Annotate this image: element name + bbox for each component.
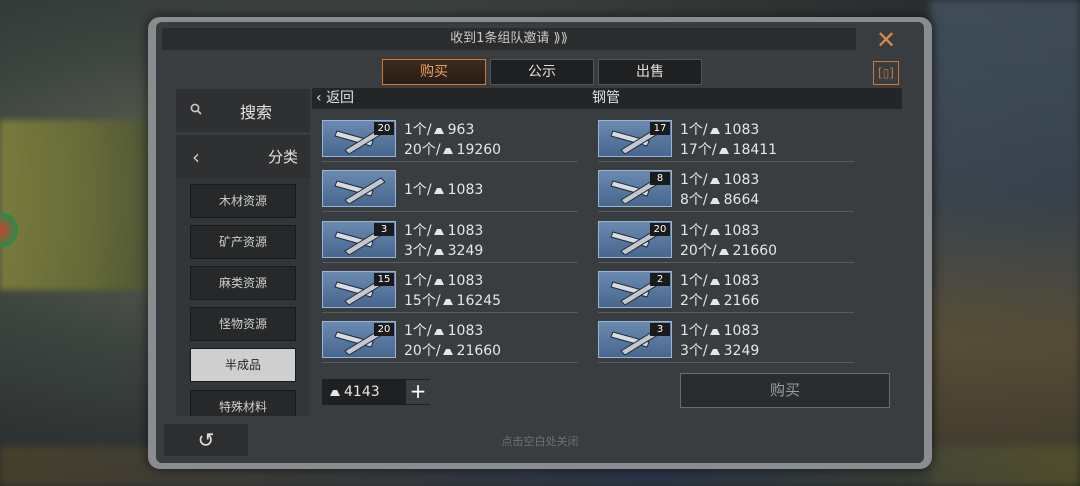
unit-price-line: 1个/1083	[404, 223, 484, 239]
steel-pipe-icon: 17	[598, 120, 672, 157]
content-header: ‹ 返回 钢管	[312, 88, 902, 109]
quantity-badge: 20	[650, 223, 670, 236]
listing-item[interactable]: 20 1个/1083 20个/21660	[598, 220, 854, 264]
category-item-special[interactable]: 特殊材料	[190, 390, 296, 416]
total-price-line: 20个/21660	[404, 343, 502, 359]
listing-item[interactable]: 17 1个/1083 17个/18411	[598, 119, 854, 163]
category-item-monster[interactable]: 怪物资源	[190, 307, 296, 341]
category-list[interactable]: 木材资源 矿产资源 麻类资源 怪物资源 半成品 特殊材料	[176, 178, 310, 416]
divider	[322, 312, 578, 313]
clipboard-icon[interactable]: [▯]	[873, 61, 899, 85]
quantity-badge: 20	[374, 122, 394, 135]
steel-pipe-icon: 20	[322, 321, 396, 358]
unit-price-line: 1个/1083	[680, 273, 760, 289]
chevron-left-icon: ‹	[192, 144, 200, 169]
total-price-line: 2个/2166	[680, 293, 760, 309]
steel-pipe-icon	[322, 170, 396, 207]
tab-sell[interactable]: 出售	[598, 59, 702, 85]
background-scene-right	[930, 0, 1080, 486]
tab-announce[interactable]: 公示	[490, 59, 594, 85]
unit-price-line: 1个/1083	[680, 172, 760, 188]
close-icon[interactable]: ✕	[873, 28, 899, 52]
unit-price-line: 1个/1083	[404, 273, 484, 289]
category-header[interactable]: ‹ 分类	[176, 135, 310, 178]
chevron-left-icon: ‹	[316, 90, 327, 106]
item-title: 钢管	[592, 90, 620, 106]
listing-item[interactable]: 2 1个/1083 2个/2166	[598, 270, 854, 314]
currency-icon	[330, 389, 340, 396]
back-link[interactable]: ‹ 返回	[316, 88, 354, 109]
listing-item[interactable]: 20 1个/963 20个/19260	[322, 119, 578, 163]
total-price-line: 20个/21660	[680, 243, 778, 259]
background-scene-left	[0, 120, 150, 290]
divider	[322, 262, 578, 263]
divider	[598, 211, 854, 212]
unit-price-line: 1个/1083	[404, 323, 484, 339]
category-label: 分类	[267, 148, 298, 166]
divider	[598, 362, 854, 363]
quantity-badge: 2	[650, 273, 670, 286]
unit-price-line: 1个/1083	[680, 323, 760, 339]
market-tabs: 购买 公示 出售	[382, 59, 702, 85]
total-price-line: 8个/8664	[680, 192, 760, 208]
total-price-line: 17个/18411	[680, 142, 778, 158]
listing-item[interactable]: 1个/1083	[322, 169, 578, 213]
unit-price-line: 1个/1083	[680, 122, 760, 138]
steel-pipe-icon: 15	[322, 271, 396, 308]
listing-item[interactable]: 3 1个/1083 3个/3249	[598, 320, 854, 364]
undo-icon: ↺	[197, 428, 215, 452]
divider	[598, 312, 854, 313]
unit-price-line: 1个/1083	[404, 182, 484, 198]
divider	[598, 262, 854, 263]
unit-price-line: 1个/1083	[680, 223, 760, 239]
buy-button[interactable]: 购买	[680, 373, 890, 408]
category-item-wood[interactable]: 木材资源	[190, 184, 296, 218]
team-invite-notification[interactable]: 收到1条组队邀请 ⟫⟫	[162, 28, 856, 50]
steel-pipe-icon: 8	[598, 170, 672, 207]
total-price-line: 3个/3249	[404, 243, 484, 259]
quantity-badge: 3	[650, 323, 670, 336]
category-item-ore[interactable]: 矿产资源	[190, 225, 296, 259]
steel-pipe-icon: 3	[598, 321, 672, 358]
quantity-badge: 17	[650, 122, 670, 135]
divider	[322, 211, 578, 212]
add-currency-button[interactable]: +	[406, 380, 430, 404]
steel-pipe-icon: 2	[598, 271, 672, 308]
steel-pipe-icon: 20	[598, 221, 672, 258]
listing-item[interactable]: 20 1个/1083 20个/21660	[322, 320, 578, 364]
back-button[interactable]: ↺	[164, 424, 248, 456]
steel-pipe-icon: 3	[322, 221, 396, 258]
divider	[322, 362, 578, 363]
close-hint: 点击空白处关闭	[501, 435, 579, 448]
balance-value: 4143	[344, 384, 380, 400]
quantity-badge: 20	[374, 323, 394, 336]
steel-pipe-icon: 20	[322, 120, 396, 157]
back-label: 返回	[326, 90, 355, 106]
divider	[598, 161, 854, 162]
unit-price-line: 1个/963	[404, 122, 475, 138]
listing-item[interactable]: 8 1个/1083 8个/8664	[598, 169, 854, 213]
tab-buy[interactable]: 购买	[382, 59, 486, 85]
quantity-badge: 8	[650, 172, 670, 185]
total-price-line: 20个/19260	[404, 142, 502, 158]
category-item-semi-finished[interactable]: 半成品	[190, 348, 296, 382]
search-icon	[176, 103, 216, 119]
quantity-badge: 3	[374, 223, 394, 236]
search-label: 搜索	[239, 102, 272, 122]
total-price-line: 3个/3249	[680, 343, 760, 359]
search-button[interactable]: 搜索	[176, 89, 310, 132]
category-item-hemp[interactable]: 麻类资源	[190, 266, 296, 300]
listing-item[interactable]: 3 1个/1083 3个/3249	[322, 220, 578, 264]
divider	[322, 161, 578, 162]
total-price-line: 15个/16245	[404, 293, 502, 309]
listing-item[interactable]: 15 1个/1083 15个/16245	[322, 270, 578, 314]
quantity-badge: 15	[374, 273, 394, 286]
